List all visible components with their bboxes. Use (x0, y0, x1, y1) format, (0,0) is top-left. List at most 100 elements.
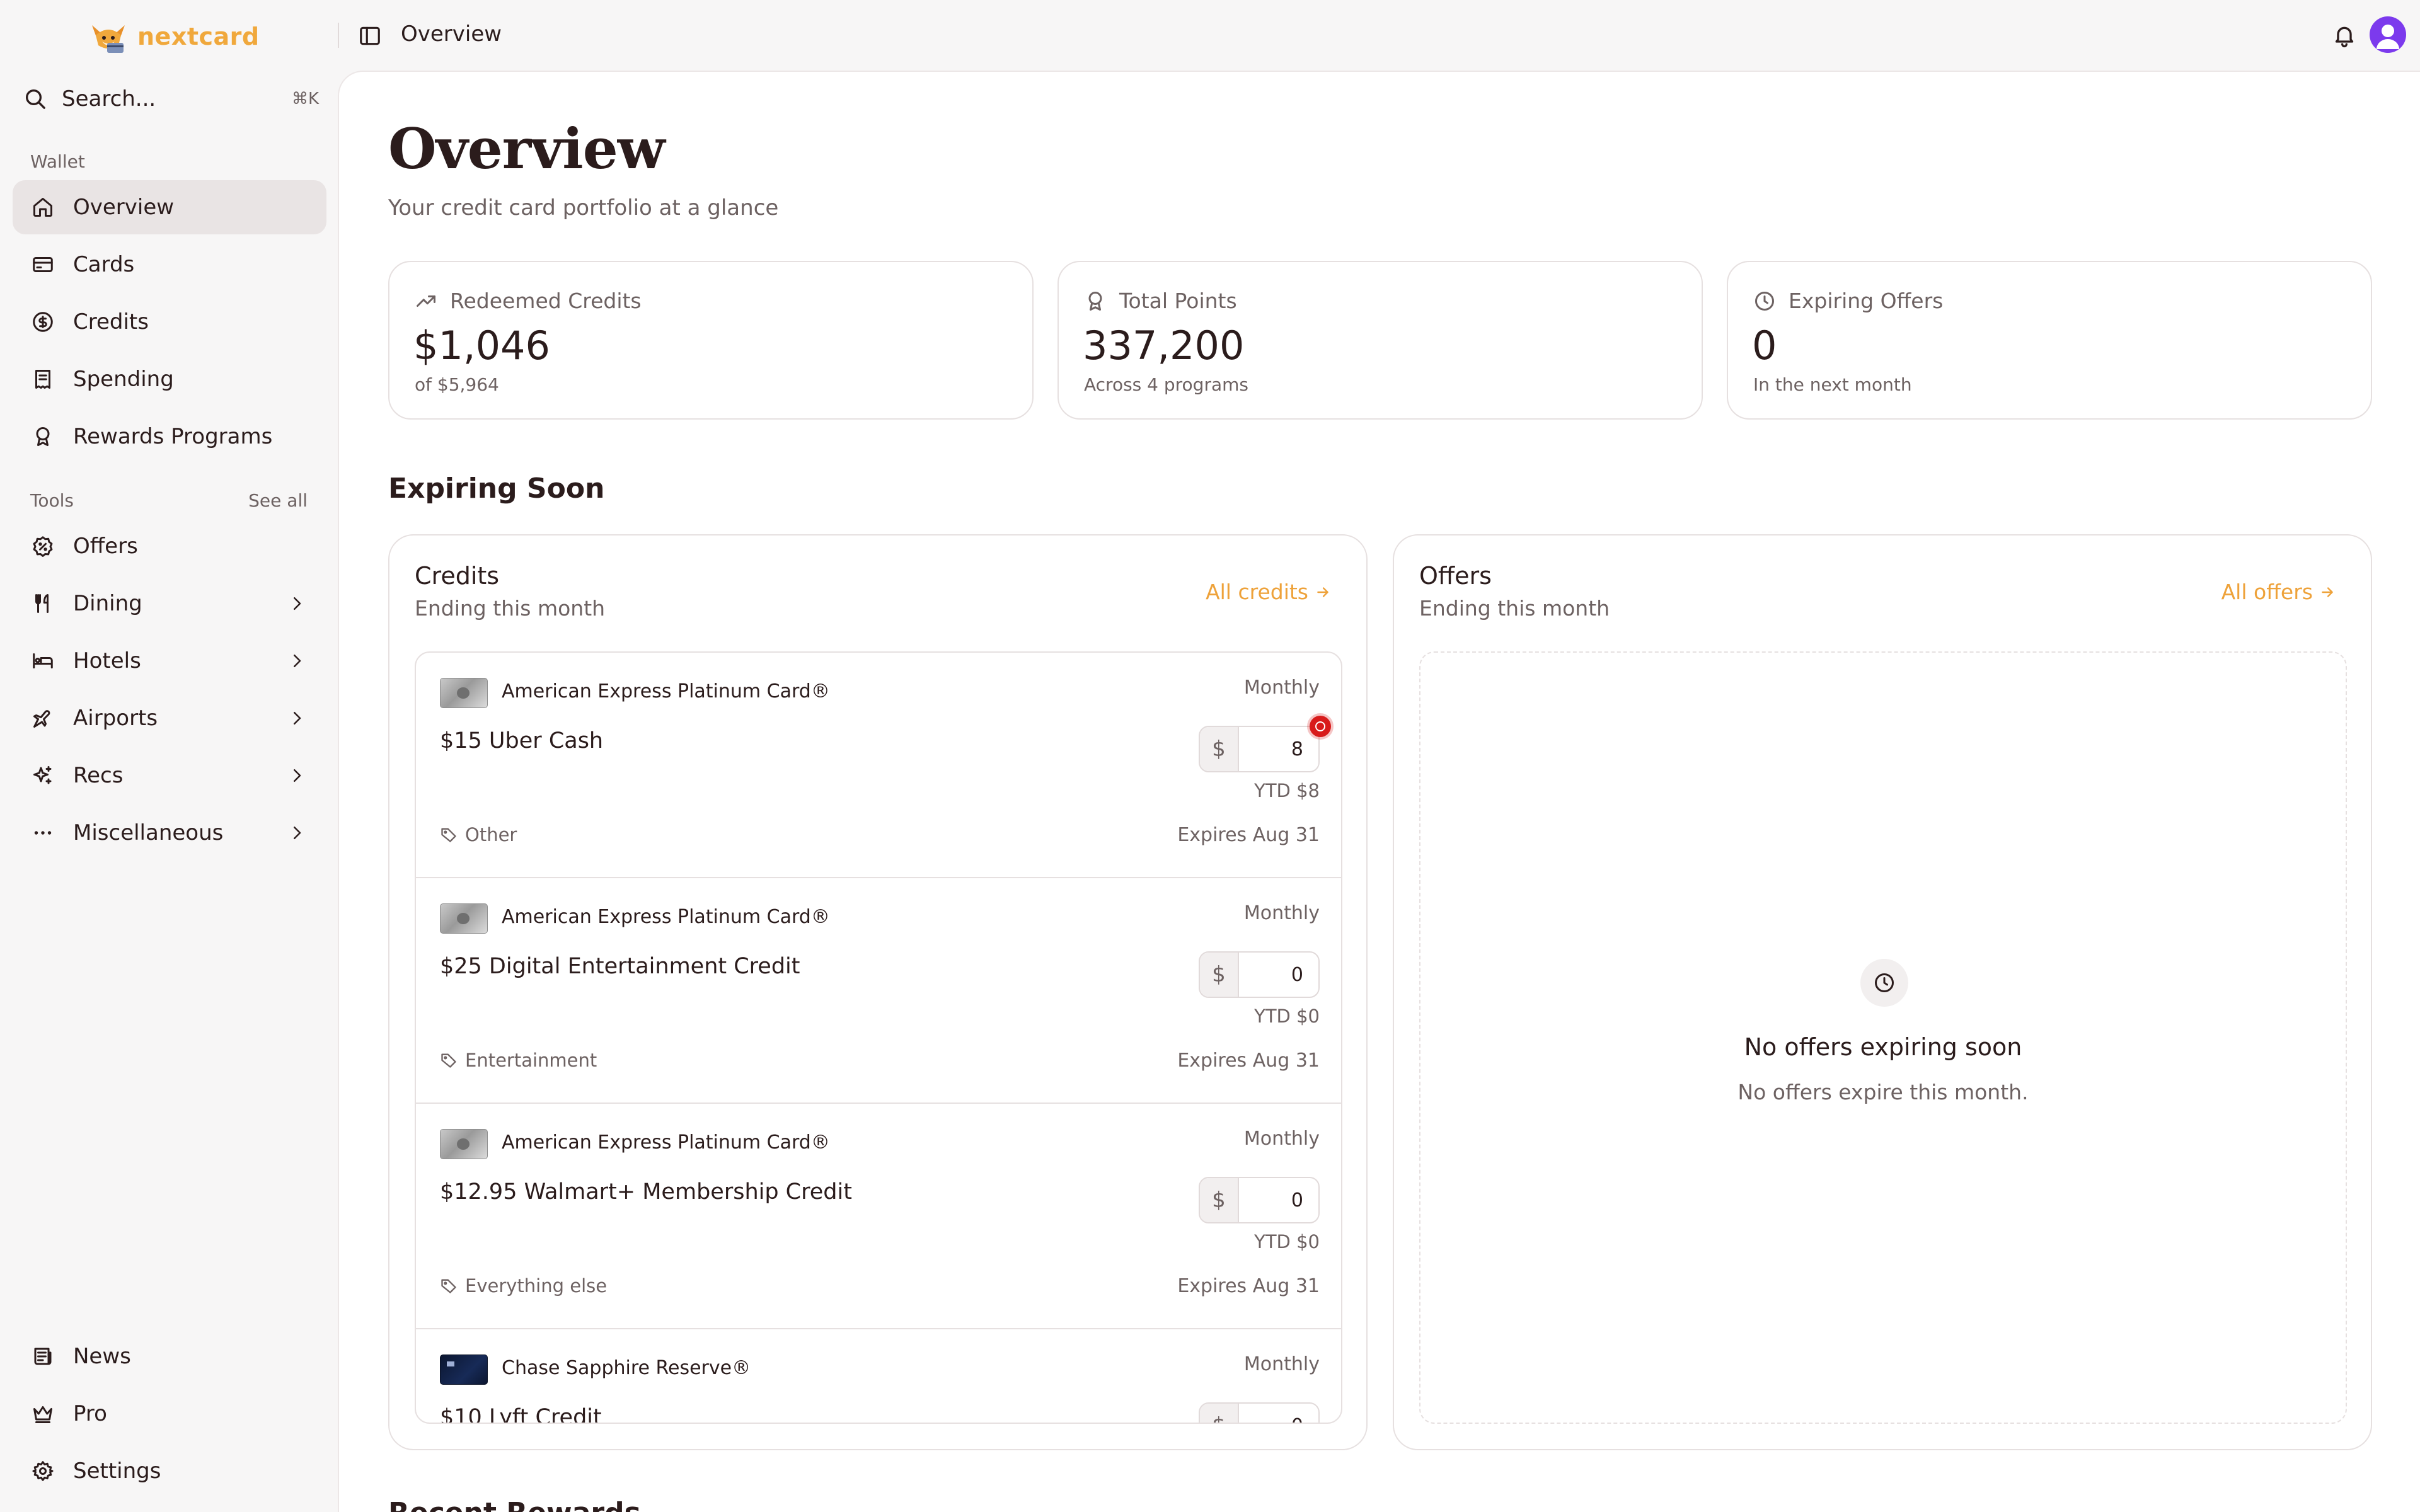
offers-panel-subtitle: Ending this month (1419, 596, 1610, 621)
credit-row[interactable]: American Express Platinum Card® Monthly … (416, 878, 1341, 1104)
user-icon (2377, 25, 2399, 49)
search-shortcut: ⌘K (291, 89, 319, 108)
tag-icon (441, 828, 456, 842)
card-thumbnail (440, 1354, 488, 1385)
stat-card-redeemed-credits[interactable]: Redeemed Credits $1,046 of $5,964 (388, 261, 1034, 420)
expiring-soon-heading: Expiring Soon (388, 472, 605, 505)
sidebar-item-label: Rewards Programs (73, 424, 273, 449)
fox-logo-icon (92, 25, 125, 53)
offers-panel: Offers Ending this month All offers No o… (1393, 534, 2372, 1450)
trending-up-icon (417, 295, 435, 307)
home-icon (33, 198, 52, 217)
credit-card-icon (33, 257, 53, 272)
card-thumbnail (440, 678, 488, 708)
dollar-circle-icon (33, 312, 53, 332)
credit-row[interactable]: Chase Sapphire Reserve® Monthly $10 Lyft… (416, 1329, 1341, 1423)
stat-value: 0 (1752, 323, 1777, 369)
credit-expires: Expires Aug 31 (1177, 1050, 1320, 1072)
badge-percent-icon (33, 536, 53, 557)
all-offers-link[interactable]: All offers (2221, 580, 2336, 604)
credit-title: $25 Digital Entertainment Credit (440, 954, 800, 979)
clock-icon (1755, 292, 1774, 311)
search-bar[interactable]: Search... ⌘K (23, 79, 319, 118)
sidebar-item-offers[interactable]: Offers (13, 519, 326, 573)
receipt-icon (35, 370, 50, 389)
stat-label: Total Points (1119, 289, 1237, 313)
sidebar-item-pro[interactable]: Pro (13, 1387, 326, 1441)
card-thumbnail (440, 1129, 488, 1159)
avatar[interactable] (2370, 16, 2406, 53)
sidebar-item-label: Recs (73, 763, 124, 788)
credit-frequency: Monthly (1243, 677, 1320, 699)
tag-icon (441, 1279, 456, 1293)
all-offers-label: All offers (2221, 580, 2313, 604)
sidebar-item-label: News (73, 1344, 131, 1369)
credit-expires: Expires Aug 31 (1177, 1275, 1320, 1297)
sidebar-item-miscellaneous[interactable]: Miscellaneous (13, 806, 326, 860)
card-name: Chase Sapphire Reserve® (502, 1357, 751, 1379)
sidebar-item-overview[interactable]: Overview (13, 180, 326, 234)
sidebar-item-label: Dining (73, 591, 142, 616)
currency-symbol: $ (1200, 1178, 1239, 1222)
credit-amount-input[interactable]: $ 8 (1199, 716, 1331, 772)
credit-title: $15 Uber Cash (440, 728, 604, 753)
sidebar-item-spending[interactable]: Spending (13, 352, 326, 406)
sidebar-toggle-icon[interactable] (358, 24, 382, 48)
sidebar-item-hotels[interactable]: Hotels (13, 634, 326, 688)
bell-icon[interactable] (2332, 23, 2357, 48)
credit-amount-input[interactable]: $ 0 (1199, 1402, 1320, 1423)
credit-title: $12.95 Walmart+ Membership Credit (440, 1179, 852, 1205)
currency-symbol: $ (1200, 727, 1239, 771)
credit-category: Other (440, 824, 517, 845)
app-root: nextcard Search... ⌘K Wallet Overview Ca… (0, 0, 2420, 1512)
clock-icon (1875, 973, 1894, 992)
page-subtitle: Your credit card portfolio at a glance (388, 195, 779, 220)
credits-panel-title: Credits (415, 562, 500, 590)
arrow-right-icon (1317, 587, 1328, 597)
amount-value[interactable]: 0 (1239, 1178, 1318, 1222)
credit-category: Everything else (440, 1275, 607, 1297)
brand[interactable]: nextcard (88, 19, 260, 54)
credit-row[interactable]: American Express Platinum Card® Monthly … (416, 1104, 1341, 1329)
amount-value[interactable]: 8 (1239, 727, 1318, 771)
sidebar-item-news[interactable]: News (13, 1329, 326, 1383)
sidebar-item-recs[interactable]: Recs (13, 748, 326, 803)
sidebar-item-cards[interactable]: Cards (13, 238, 326, 292)
stat-card-expiring-offers[interactable]: Expiring Offers 0 In the next month (1727, 261, 2372, 420)
sidebar-item-label: Airports (73, 706, 158, 731)
chevron-right-icon (294, 597, 301, 610)
empty-state-subtitle: No offers expire this month. (1737, 1080, 2029, 1104)
offers-panel-title: Offers (1419, 562, 1492, 590)
utensils-icon (35, 594, 49, 613)
sidebar-item-label: Spending (73, 367, 174, 392)
credits-panel-subtitle: Ending this month (415, 596, 606, 621)
credit-ytd: YTD $0 (1254, 1231, 1320, 1252)
crown-icon (33, 1406, 52, 1423)
stat-sub: Across 4 programs (1084, 374, 1248, 395)
all-credits-link[interactable]: All credits (1206, 580, 1331, 604)
recent-rewards-heading: Recent Rewards (388, 1497, 641, 1512)
currency-symbol: $ (1200, 953, 1239, 997)
sidebar-item-rewards-programs[interactable]: Rewards Programs (13, 410, 326, 464)
arrow-right-icon (2322, 587, 2333, 597)
sidebar-item-label: Cards (73, 252, 135, 277)
tools-section-label: Tools (30, 490, 74, 511)
tools-see-all-link[interactable]: See all (248, 490, 308, 511)
sidebar-item-dining[interactable]: Dining (13, 576, 326, 631)
chevron-right-icon (294, 712, 301, 724)
empty-state-icon-wrap (1860, 959, 1908, 1007)
amount-value[interactable]: 0 (1239, 1404, 1318, 1423)
amount-value[interactable]: 0 (1239, 953, 1318, 997)
credit-row[interactable]: American Express Platinum Card® Monthly … (416, 653, 1341, 878)
brand-name: nextcard (137, 23, 260, 50)
award-icon (36, 427, 50, 446)
credit-amount-input[interactable]: $ 0 (1199, 1177, 1320, 1223)
all-credits-label: All credits (1206, 580, 1308, 604)
sidebar-item-airports[interactable]: Airports (13, 691, 326, 745)
sidebar-item-label: Pro (73, 1401, 107, 1426)
stat-value: $1,046 (413, 323, 550, 369)
stat-card-total-points[interactable]: Total Points 337,200 Across 4 programs (1057, 261, 1703, 420)
sidebar-item-credits[interactable]: Credits (13, 295, 326, 349)
credit-amount-input[interactable]: $ 0 (1199, 951, 1320, 998)
sidebar-item-settings[interactable]: Settings (13, 1444, 326, 1498)
